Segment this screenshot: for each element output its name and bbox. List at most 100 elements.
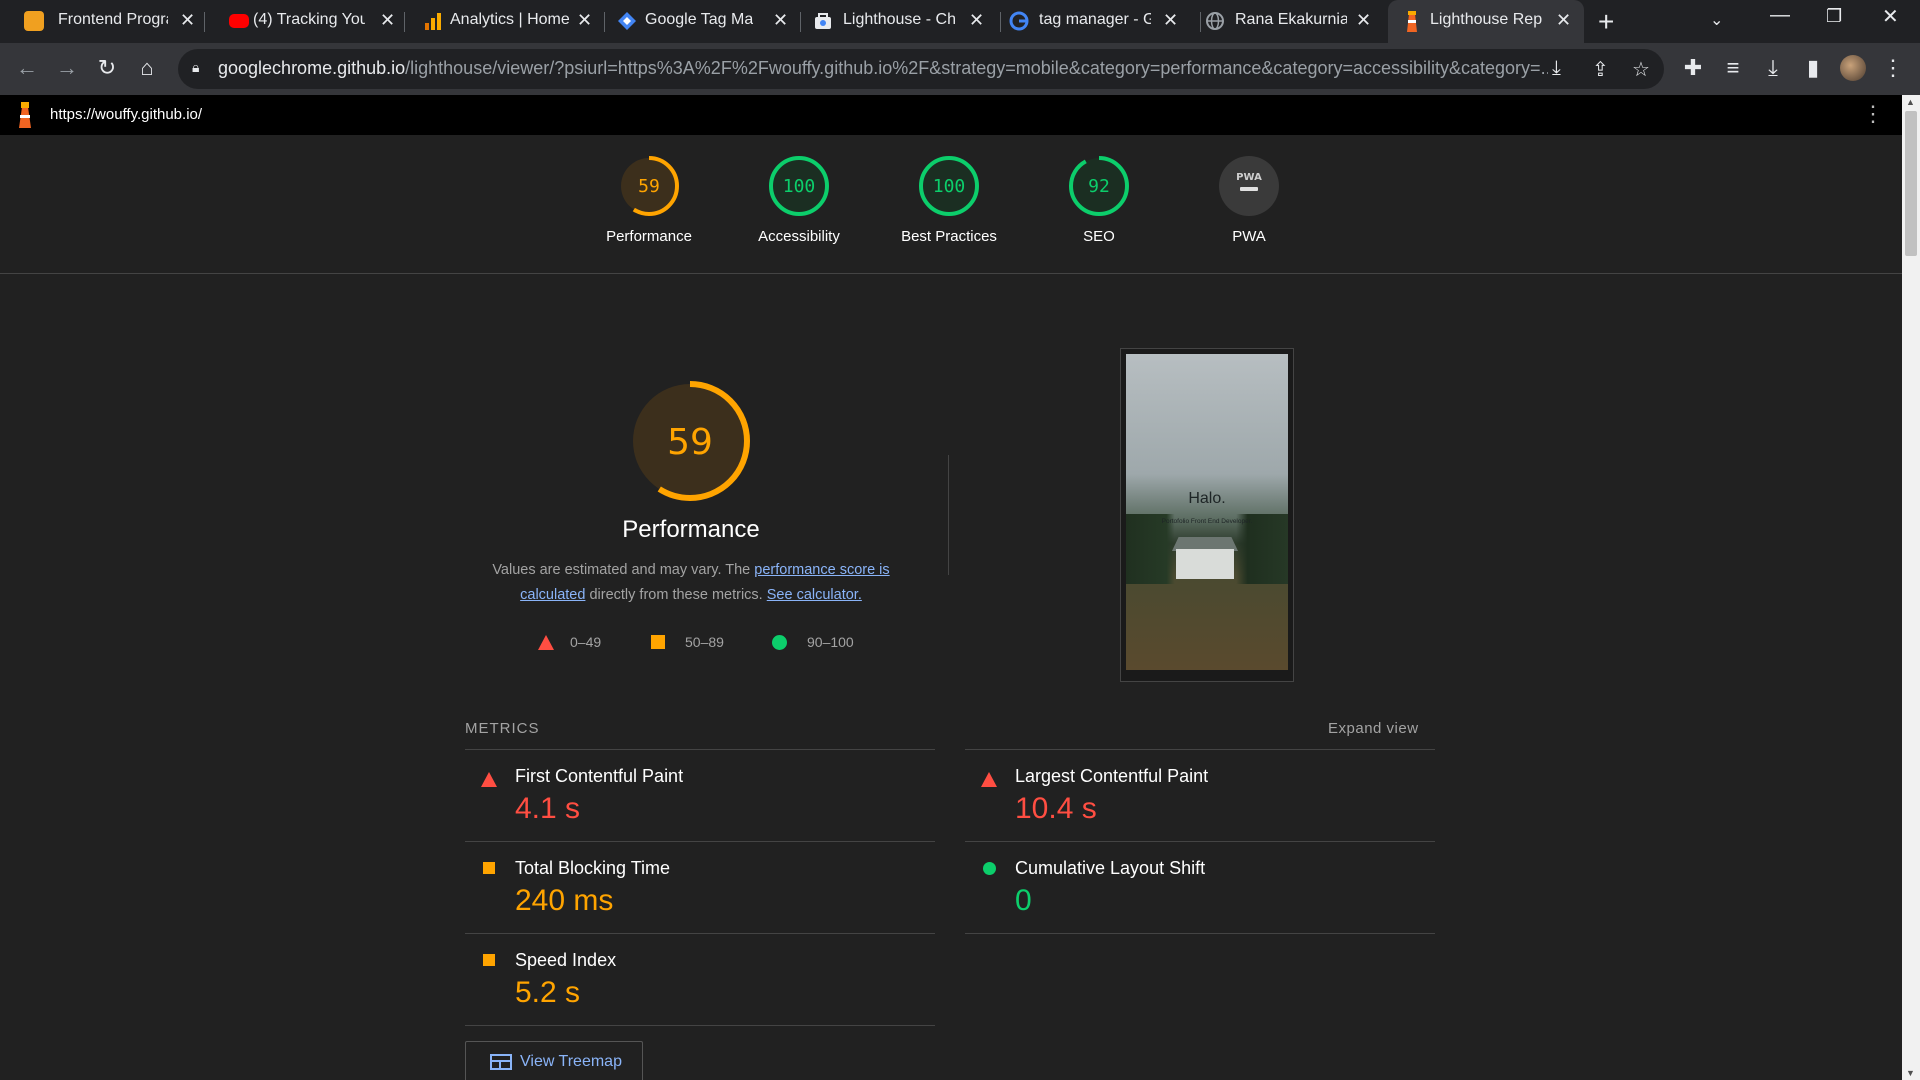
share-icon[interactable]: ⇪ <box>1592 57 1609 82</box>
url-host: googlechrome.github.io <box>218 58 406 78</box>
performance-gauge-ring: 59 <box>630 381 750 501</box>
metric-speed-index: Speed Index 5.2 s <box>465 934 935 1024</box>
see-calculator-link[interactable]: See calculator. <box>767 587 862 603</box>
close-icon[interactable]: ✕ <box>773 10 788 31</box>
tab-tag-manager[interactable]: Google Tag Man ✕ <box>605 0 801 43</box>
scroll-up-arrow-icon[interactable]: ▲ <box>1906 97 1915 107</box>
performance-description: Values are estimated and may vary. The p… <box>478 558 904 608</box>
chrome-menu-kebab-icon[interactable]: ⋮ <box>1878 53 1908 83</box>
expand-view-toggle[interactable]: Expand view <box>1328 720 1419 737</box>
media-queue-icon[interactable]: ≡ <box>1718 53 1748 83</box>
url-text[interactable]: googlechrome.github.io/lighthouse/viewer… <box>218 58 1548 79</box>
home-icon[interactable]: ⌂ <box>132 53 162 83</box>
metric-name: First Contentful Paint <box>515 766 684 786</box>
gauge-best-practices[interactable]: 100 Best Practices <box>874 155 1024 245</box>
lock-icon[interactable]: 🔒︎ <box>192 59 199 76</box>
page-scrollbar[interactable]: ▲ ▼ <box>1902 95 1920 1080</box>
gauge-performance[interactable]: 59 Performance <box>574 155 724 245</box>
metric-largest-contentful-paint: Largest Contentful Paint 10.4 s <box>965 750 1435 840</box>
metric-value: 240 ms <box>515 884 614 917</box>
install-app-icon[interactable]: ⤓ <box>1552 57 1561 80</box>
side-panel-icon[interactable]: ▮ <box>1798 53 1828 83</box>
extensions-puzzle-icon[interactable]: ✚ <box>1678 53 1708 83</box>
reload-icon[interactable]: ↻ <box>92 53 122 83</box>
downloads-icon[interactable]: ⤓ <box>1758 53 1788 83</box>
desc-prefix: Values are estimated and may vary. The <box>492 562 755 578</box>
tab-frontend[interactable]: Frontend Progran ✕ <box>0 0 205 43</box>
view-treemap-label: View Treemap <box>520 1052 622 1070</box>
metric-value: 10.4 s <box>1015 792 1097 825</box>
profile-avatar[interactable] <box>1838 53 1868 83</box>
restore-icon[interactable]: ❐ <box>1826 6 1842 27</box>
close-icon[interactable]: ✕ <box>1556 10 1571 31</box>
view-treemap-button[interactable]: View Treemap <box>465 1041 643 1080</box>
final-screenshot[interactable]: Halo. Portofolio Front End Developer. <box>1120 348 1294 682</box>
chrome-web-store-icon <box>813 11 833 31</box>
performance-gauge-large: 59 <box>627 378 753 509</box>
gauge-ring: 59 <box>619 156 679 216</box>
browser-toolbar: ← → ↻ ⌂ 🔒︎ googlechrome.github.io/lighth… <box>0 43 1920 95</box>
metrics-section-label: METRICS <box>465 720 540 737</box>
tab-title: tag manager - Go <box>1039 11 1151 28</box>
pass-circle-icon <box>772 634 787 650</box>
tab-google-search[interactable]: tag manager - Go ✕ <box>1001 0 1201 43</box>
performance-score: 59 <box>667 422 713 463</box>
tab-title: Analytics | Home <box>450 11 570 28</box>
lighthouse-topbar: https://wouffy.github.io/ ⋮ <box>0 95 1902 135</box>
analytics-icon <box>423 11 443 31</box>
tab-title: Lighthouse Repo <box>1430 11 1542 28</box>
close-icon[interactable]: ✕ <box>969 10 984 31</box>
tab-search-chevron-icon[interactable]: ⌄ <box>1710 10 1723 30</box>
close-icon[interactable]: ✕ <box>380 10 395 31</box>
average-square-icon <box>483 954 495 966</box>
back-arrow-icon[interactable]: ← <box>12 53 42 83</box>
treemap-icon <box>490 1053 512 1070</box>
gauge-accessibility[interactable]: 100 Accessibility <box>724 155 874 245</box>
metric-value: 5.2 s <box>515 976 581 1009</box>
metric-value: 0 <box>1015 884 1032 917</box>
gauge-score: 59 <box>638 176 660 197</box>
gauge-ring: 100 <box>769 156 829 216</box>
legend-label: 90–100 <box>807 634 854 650</box>
performance-title: Performance <box>622 516 760 543</box>
metric-total-blocking-time: Total Blocking Time 240 ms <box>465 842 935 932</box>
gauge-pwa[interactable]: PWA PWA <box>1174 155 1324 245</box>
scrollbar-thumb[interactable] <box>1905 111 1917 256</box>
address-bar[interactable]: 🔒︎ googlechrome.github.io/lighthouse/vie… <box>178 49 1664 89</box>
close-icon[interactable]: ✕ <box>180 10 195 31</box>
tab-youtube[interactable]: (4) Tracking Your ✕ <box>205 0 405 43</box>
scroll-down-arrow-icon[interactable]: ▼ <box>1906 1068 1915 1078</box>
tab-title: Google Tag Man <box>645 11 753 28</box>
screenshot-heading: Halo. <box>1188 490 1226 507</box>
lighthouse-logo-icon <box>14 101 36 129</box>
gauge-ring: 92 <box>1069 156 1129 216</box>
minimize-icon[interactable]: — <box>1770 4 1790 27</box>
report-menu-kebab-icon[interactable]: ⋮ <box>1862 101 1884 127</box>
tab-lighthouse-report[interactable]: Lighthouse Repo ✕ <box>1388 0 1584 43</box>
tab-portfolio[interactable]: Rana Ekakurnia F ✕ <box>1201 0 1388 43</box>
gauge-seo[interactable]: 92 SEO <box>1024 155 1174 245</box>
url-path: /lighthouse/viewer/?psiurl=https%3A%2F%2… <box>405 58 1548 78</box>
bookmark-star-icon[interactable]: ☆ <box>1632 57 1650 82</box>
legend-label: 0–49 <box>570 634 602 650</box>
tab-title: Lighthouse - Chr <box>843 11 955 28</box>
tab-lighthouse-chrome[interactable]: Lighthouse - Chr ✕ <box>801 0 1001 43</box>
report-url[interactable]: https://wouffy.github.io/ <box>50 106 202 123</box>
new-tab-plus-icon[interactable]: + <box>1598 6 1614 38</box>
close-icon[interactable]: ✕ <box>577 10 592 31</box>
metric-name: Total Blocking Time <box>515 858 671 878</box>
close-icon[interactable]: ✕ <box>1163 10 1178 31</box>
window-close-icon[interactable]: ✕ <box>1882 4 1899 29</box>
pwa-badge-text: PWA <box>1236 172 1262 183</box>
average-square-icon <box>651 635 665 649</box>
fail-triangle-icon <box>481 772 497 787</box>
close-icon[interactable]: ✕ <box>1356 10 1371 31</box>
screenshot-subheading: Portofolio Front End Developer. <box>1161 518 1253 525</box>
pass-circle-icon <box>983 862 996 875</box>
tag-manager-icon <box>617 11 637 31</box>
globe-icon <box>1205 11 1225 31</box>
tab-analytics[interactable]: Analytics | Home ✕ <box>405 0 605 43</box>
coding-m-icon <box>24 11 44 31</box>
forward-arrow-icon[interactable]: → <box>52 53 82 83</box>
youtube-icon <box>229 14 249 28</box>
